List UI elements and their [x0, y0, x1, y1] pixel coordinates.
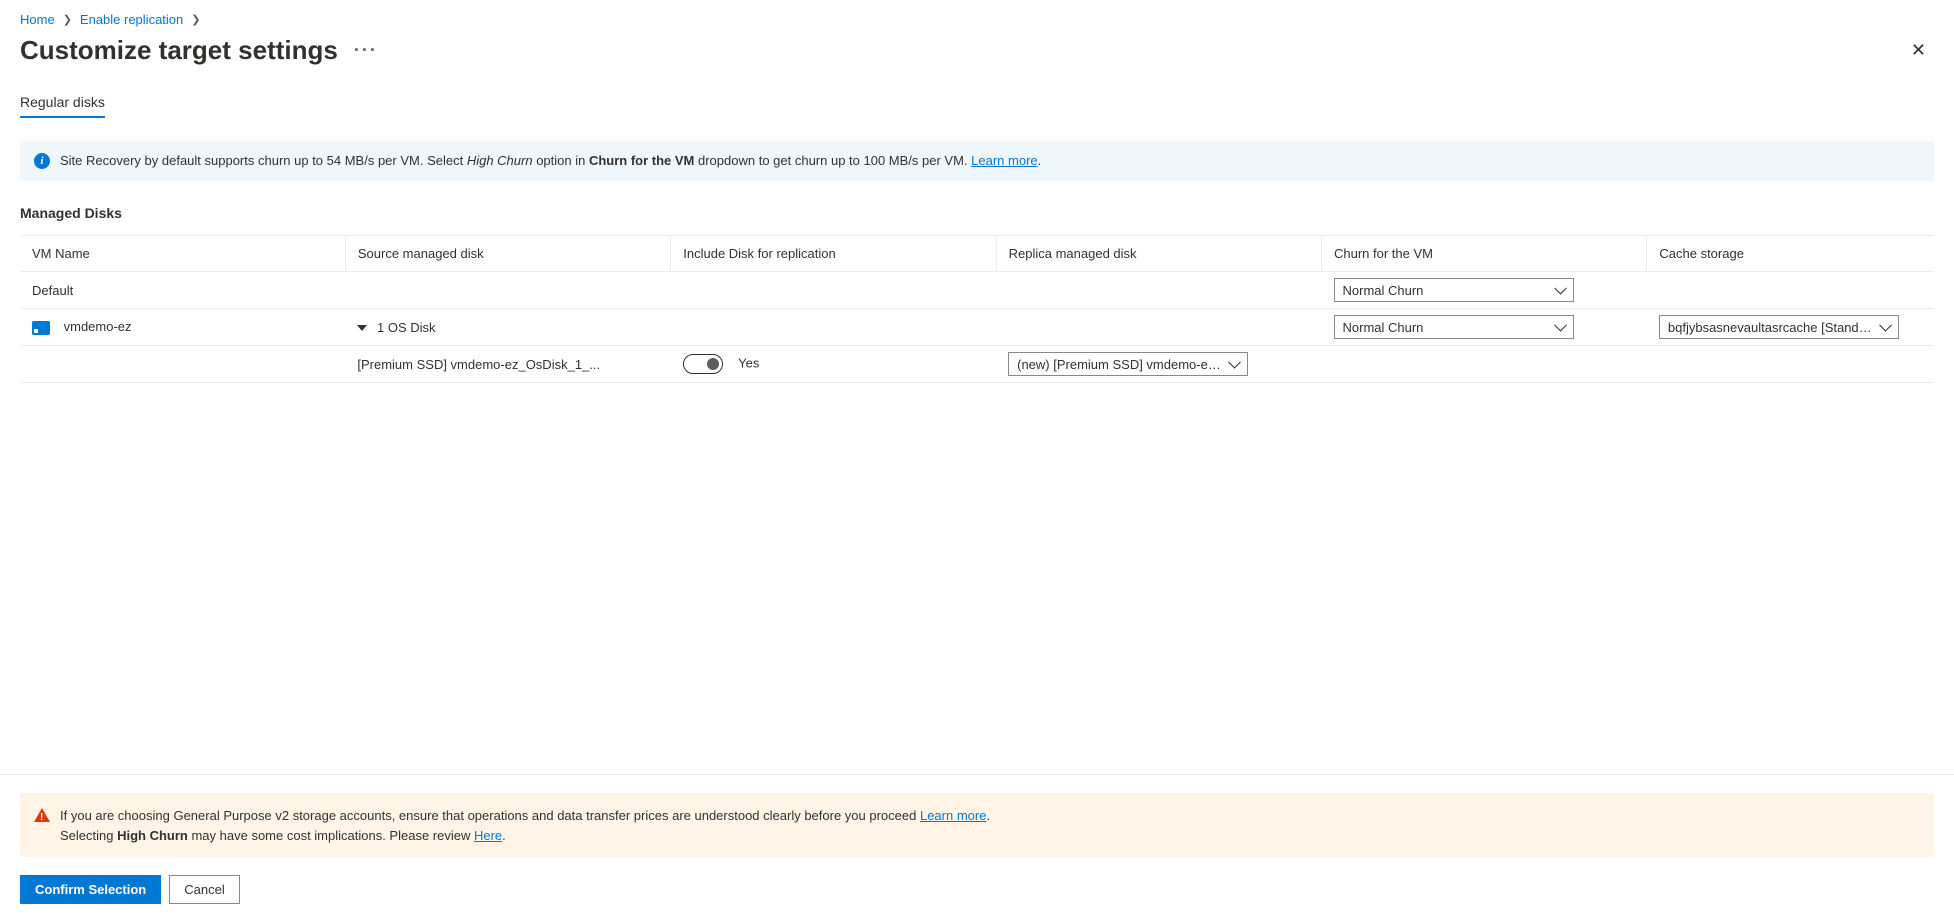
table-row-vm: vmdemo-ez 1 OS Disk Normal Churn bqfjybs… [20, 309, 1934, 346]
breadcrumb-enable-replication[interactable]: Enable replication [80, 12, 183, 27]
tab-regular-disks[interactable]: Regular disks [20, 94, 105, 118]
default-churn-dropdown[interactable]: Normal Churn [1334, 278, 1574, 302]
info-banner: i Site Recovery by default supports chur… [20, 141, 1934, 181]
col-cache: Cache storage [1647, 236, 1934, 272]
vm-name: vmdemo-ez [64, 319, 132, 334]
col-source-disk: Source managed disk [345, 236, 670, 272]
chevron-right-icon: ❯ [63, 13, 72, 26]
chevron-right-icon: ❯ [191, 13, 200, 26]
more-actions-button[interactable]: ··· [354, 40, 378, 61]
warn-here-link[interactable]: Here [474, 828, 502, 843]
section-managed-disks: Managed Disks [20, 205, 1934, 221]
vm-icon [32, 321, 50, 335]
warn-learn-more-link[interactable]: Learn more [920, 808, 986, 823]
table-row-default: Default Normal Churn [20, 272, 1934, 309]
expand-toggle-icon[interactable] [357, 325, 367, 331]
warning-banner: If you are choosing General Purpose v2 s… [20, 793, 1934, 857]
include-disk-value: Yes [738, 355, 759, 370]
vm-churn-dropdown[interactable]: Normal Churn [1334, 315, 1574, 339]
info-icon: i [34, 153, 50, 169]
col-replica-disk: Replica managed disk [996, 236, 1321, 272]
warning-icon [34, 808, 50, 822]
default-label: Default [20, 272, 345, 309]
close-button[interactable]: ✕ [1903, 36, 1934, 65]
replica-disk-dropdown[interactable]: (new) [Premium SSD] vmdemo-ez_... [1008, 352, 1248, 376]
learn-more-link[interactable]: Learn more [971, 153, 1037, 168]
managed-disks-table: VM Name Source managed disk Include Disk… [20, 235, 1934, 383]
include-disk-toggle[interactable] [683, 354, 723, 374]
col-include-disk: Include Disk for replication [671, 236, 996, 272]
breadcrumb: Home ❯ Enable replication ❯ [20, 12, 1934, 27]
confirm-button[interactable]: Confirm Selection [20, 875, 161, 904]
col-vm-name: VM Name [20, 236, 345, 272]
divider [0, 774, 1954, 775]
cache-storage-dropdown[interactable]: bqfjybsasnevaultasrcache [Standar... [1659, 315, 1899, 339]
os-disk-summary: 1 OS Disk [377, 320, 436, 335]
source-disk-name: [Premium SSD] vmdemo-ez_OsDisk_1_... [345, 346, 670, 383]
breadcrumb-home[interactable]: Home [20, 12, 55, 27]
col-churn: Churn for the VM [1322, 236, 1647, 272]
table-row-disk: [Premium SSD] vmdemo-ez_OsDisk_1_... Yes… [20, 346, 1934, 383]
cancel-button[interactable]: Cancel [169, 875, 239, 904]
page-title: Customize target settings ··· [20, 35, 378, 66]
